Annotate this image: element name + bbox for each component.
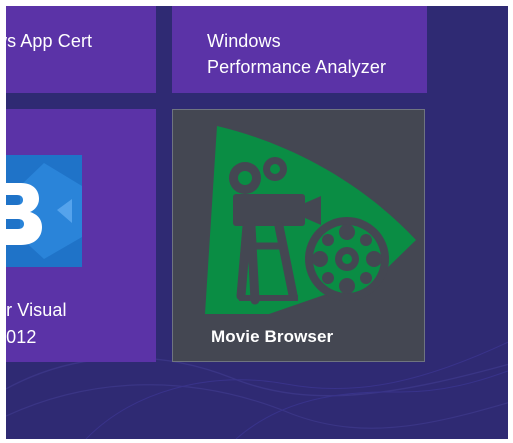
tile-windows-app-cert[interactable]: ws App Cert [6,6,156,93]
start-screen: ws App Cert Windows Performance Analyzer… [6,6,508,439]
tile-label-app-cert: ws App Cert [6,31,93,51]
tile-label-visual-studio: or Visual 2012 [6,300,67,347]
tile-label-performance-analyzer: Windows Performance Analyzer [207,31,387,77]
tile-movie-browser[interactable]: Movie Browser [172,109,425,362]
tile-windows-performance-analyzer[interactable]: Windows Performance Analyzer [172,6,427,93]
visual-studio-logo-icon [6,155,82,267]
movie-camera-icon [205,126,416,314]
tile-visual-studio[interactable]: or Visual 2012 [6,109,156,362]
tile-label-movie-browser: Movie Browser [211,327,334,346]
